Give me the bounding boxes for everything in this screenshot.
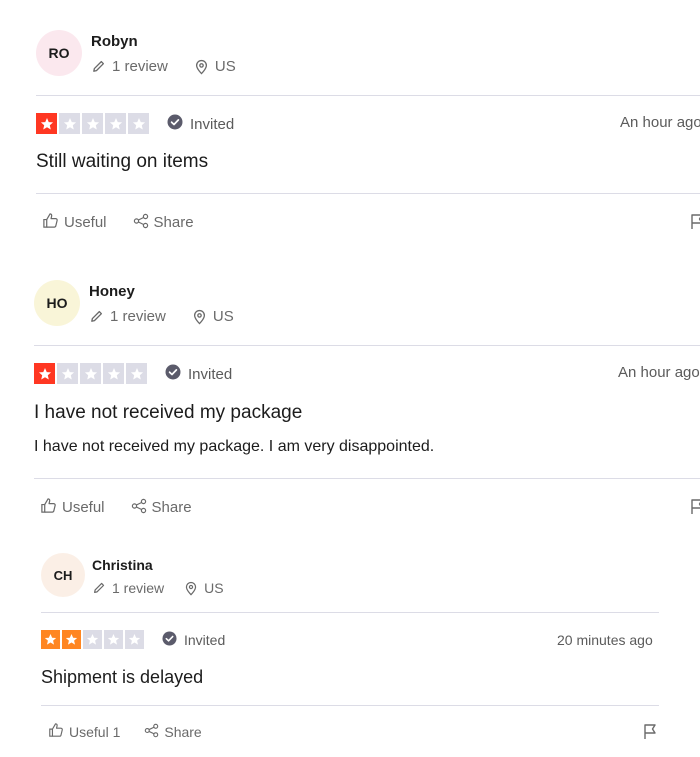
review-actions: Useful Share <box>40 497 192 518</box>
reviewer-meta: 1 review US <box>89 308 234 325</box>
divider <box>41 705 659 706</box>
useful-label: Useful <box>62 499 105 516</box>
review-actions: Useful 1 Share <box>48 722 202 741</box>
star-icon <box>34 363 55 384</box>
thumbs-up-icon <box>42 212 59 233</box>
share-icon <box>133 213 149 233</box>
check-circle-icon <box>162 631 177 649</box>
star-icon <box>41 630 60 649</box>
flag-icon[interactable] <box>643 723 657 745</box>
star-rating <box>41 630 144 649</box>
share-icon <box>144 723 159 741</box>
star-icon <box>104 630 123 649</box>
share-button[interactable]: Share <box>131 498 192 518</box>
country-code: US <box>214 58 236 75</box>
useful-button[interactable]: Useful <box>42 212 107 233</box>
review-count: 1 review <box>112 58 168 75</box>
invited-badge[interactable]: Invited <box>165 364 232 384</box>
divider <box>36 193 700 194</box>
country-code: US <box>204 580 224 596</box>
review-date: 20 minutes ago <box>557 632 653 648</box>
share-label: Share <box>153 214 194 231</box>
reviewer-name[interactable]: Honey <box>89 283 135 300</box>
star-icon <box>128 113 149 134</box>
star-icon <box>83 630 102 649</box>
country-code: US <box>212 308 234 325</box>
star-icon <box>125 630 144 649</box>
share-icon <box>131 498 147 518</box>
flag-icon[interactable] <box>690 213 700 235</box>
divider <box>34 345 700 346</box>
reviewer-meta: 1 review US <box>91 58 236 75</box>
location-icon <box>194 59 209 75</box>
star-icon <box>36 113 57 134</box>
star-icon <box>126 363 147 384</box>
review-date: An hour ago <box>618 364 700 381</box>
review-actions: Useful Share <box>42 212 194 233</box>
pencil-icon <box>92 581 106 595</box>
review-title[interactable]: Shipment is delayed <box>41 667 203 688</box>
share-label: Share <box>164 723 202 740</box>
share-button[interactable]: Share <box>133 213 194 233</box>
reviewer-name[interactable]: Christina <box>92 557 153 573</box>
avatar[interactable]: CH <box>41 553 85 597</box>
star-icon <box>82 113 103 134</box>
pencil-icon <box>91 59 106 74</box>
star-icon <box>103 363 124 384</box>
invited-badge[interactable]: Invited <box>167 114 234 134</box>
thumbs-up-icon <box>48 722 64 741</box>
pencil-icon <box>89 309 104 324</box>
review-count: 1 review <box>112 580 165 596</box>
star-icon <box>57 363 78 384</box>
review-date: An hour ago <box>620 114 700 131</box>
reviewer-name[interactable]: Robyn <box>91 33 138 50</box>
useful-button[interactable]: Useful 1 <box>48 722 120 741</box>
share-button[interactable]: Share <box>144 723 202 741</box>
invited-badge[interactable]: Invited <box>162 631 225 649</box>
avatar[interactable]: HO <box>34 280 80 326</box>
divider <box>34 478 700 479</box>
star-icon <box>59 113 80 134</box>
useful-button[interactable]: Useful <box>40 497 105 518</box>
star-rating <box>36 113 149 134</box>
review-title[interactable]: I have not received my package <box>34 402 302 424</box>
useful-label: Useful 1 <box>69 723 121 740</box>
check-circle-icon <box>167 114 183 134</box>
check-circle-icon <box>165 364 181 384</box>
review-body: I have not received my package. I am ver… <box>34 438 435 455</box>
location-icon <box>184 581 198 596</box>
reviewer-meta: 1 review US <box>92 580 224 596</box>
review-count: 1 review <box>110 308 166 325</box>
divider <box>41 612 659 613</box>
star-icon <box>80 363 101 384</box>
avatar[interactable]: RO <box>36 30 82 76</box>
useful-label: Useful <box>64 214 107 231</box>
invited-label: Invited <box>190 115 235 133</box>
star-icon <box>105 113 126 134</box>
invited-label: Invited <box>188 365 233 383</box>
flag-icon[interactable] <box>690 498 700 520</box>
invited-label: Invited <box>184 632 226 648</box>
location-icon <box>192 309 207 325</box>
star-rating <box>34 363 147 384</box>
star-icon <box>62 630 81 649</box>
share-label: Share <box>151 499 192 516</box>
divider <box>36 95 700 96</box>
review-title[interactable]: Still waiting on items <box>36 151 208 173</box>
thumbs-up-icon <box>40 497 57 518</box>
